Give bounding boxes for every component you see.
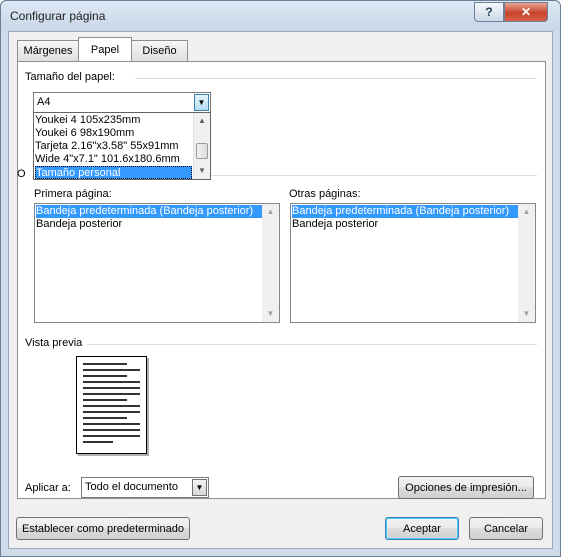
first-page-label: Primera página:: [34, 188, 112, 200]
paper-size-combobox[interactable]: A4 ▼: [33, 92, 211, 113]
scroll-thumb[interactable]: [196, 143, 208, 159]
scroll-down-icon[interactable]: ▼: [262, 306, 279, 322]
cancel-label: Cancelar: [483, 522, 529, 535]
tab-label: Papel: [90, 43, 120, 56]
tab-panel-papel: Tamaño del papel: A4 ▼ Youkei 4 105x235m…: [17, 61, 546, 499]
dialog-client-area: Márgenes Papel Diseño Tamaño del papel: …: [8, 31, 553, 549]
title-bar[interactable]: Configurar página ? ✕: [1, 1, 560, 31]
chevron-down-icon[interactable]: ▼: [194, 94, 209, 111]
paper-size-dropdown-list[interactable]: Youkei 4 105x235mm Youkei 6 98x190mm Tar…: [33, 112, 211, 180]
ok-label: Aceptar: [403, 522, 441, 535]
dropdown-item[interactable]: Youkei 4 105x235mm: [35, 114, 140, 127]
other-pages-label: Otras páginas:: [289, 188, 361, 200]
tab-diseno[interactable]: Diseño: [131, 40, 188, 61]
scroll-up-icon[interactable]: ▲: [518, 204, 535, 220]
dropdown-item[interactable]: Wide 4"x7.1" 101.6x180.6mm: [35, 153, 180, 166]
paper-source-group-label: O: [17, 168, 26, 180]
tab-papel[interactable]: Papel: [78, 37, 132, 61]
close-icon: ✕: [520, 5, 532, 19]
list-item[interactable]: Bandeja predeterminada (Bandeja posterio…: [292, 205, 518, 218]
dropdown-scrollbar[interactable]: ▲ ▼: [193, 113, 210, 179]
close-button[interactable]: ✕: [504, 2, 548, 22]
print-options-label: Opciones de impresión...: [405, 481, 527, 494]
scroll-up-icon[interactable]: ▲: [262, 204, 279, 220]
paper-size-value: A4: [37, 96, 51, 108]
help-button[interactable]: ?: [474, 2, 504, 22]
apply-to-combobox[interactable]: Todo el documento ▼: [81, 477, 209, 498]
apply-to-label: Aplicar a:: [25, 482, 71, 494]
divider: [211, 175, 537, 176]
page-preview: [76, 356, 147, 454]
scroll-down-icon[interactable]: ▼: [194, 163, 210, 179]
list-item[interactable]: Bandeja posterior: [292, 218, 378, 231]
list-item[interactable]: Bandeja posterior: [36, 218, 122, 231]
other-pages-listbox[interactable]: Bandeja predeterminada (Bandeja posterio…: [290, 203, 536, 323]
list-item[interactable]: Bandeja predeterminada (Bandeja posterio…: [36, 205, 262, 218]
scroll-down-icon[interactable]: ▼: [518, 306, 535, 322]
ok-button[interactable]: Aceptar: [385, 517, 459, 540]
window-title: Configurar página: [10, 9, 106, 23]
scroll-up-icon[interactable]: ▲: [194, 113, 210, 129]
divider: [135, 78, 537, 79]
dropdown-item[interactable]: Tarjeta 2.16"x3.58" 55x91mm: [35, 140, 179, 153]
listbox-scrollbar[interactable]: ▲ ▼: [518, 204, 535, 322]
page-setup-dialog: Configurar página ? ✕ Márgenes Papel Dis…: [0, 0, 561, 557]
help-icon: ?: [485, 5, 493, 19]
listbox-scrollbar[interactable]: ▲ ▼: [262, 204, 279, 322]
dropdown-item-selected[interactable]: Tamaño personal: [35, 166, 192, 179]
chevron-down-icon[interactable]: ▼: [192, 479, 207, 496]
tab-label: Márgenes: [23, 45, 73, 57]
cancel-button[interactable]: Cancelar: [469, 517, 543, 540]
tab-margenes[interactable]: Márgenes: [17, 40, 79, 61]
print-options-button[interactable]: Opciones de impresión...: [398, 476, 534, 499]
divider: [87, 344, 537, 345]
first-page-listbox[interactable]: Bandeja predeterminada (Bandeja posterio…: [34, 203, 280, 323]
tab-label: Diseño: [142, 45, 177, 57]
apply-to-value: Todo el documento: [85, 481, 178, 493]
dropdown-item[interactable]: Youkei 6 98x190mm: [35, 127, 134, 140]
set-default-label: Establecer como predeterminado: [21, 522, 185, 535]
preview-label: Vista previa: [25, 337, 83, 349]
set-default-button[interactable]: Establecer como predeterminado: [16, 517, 190, 540]
paper-size-group-label: Tamaño del papel:: [25, 71, 115, 83]
